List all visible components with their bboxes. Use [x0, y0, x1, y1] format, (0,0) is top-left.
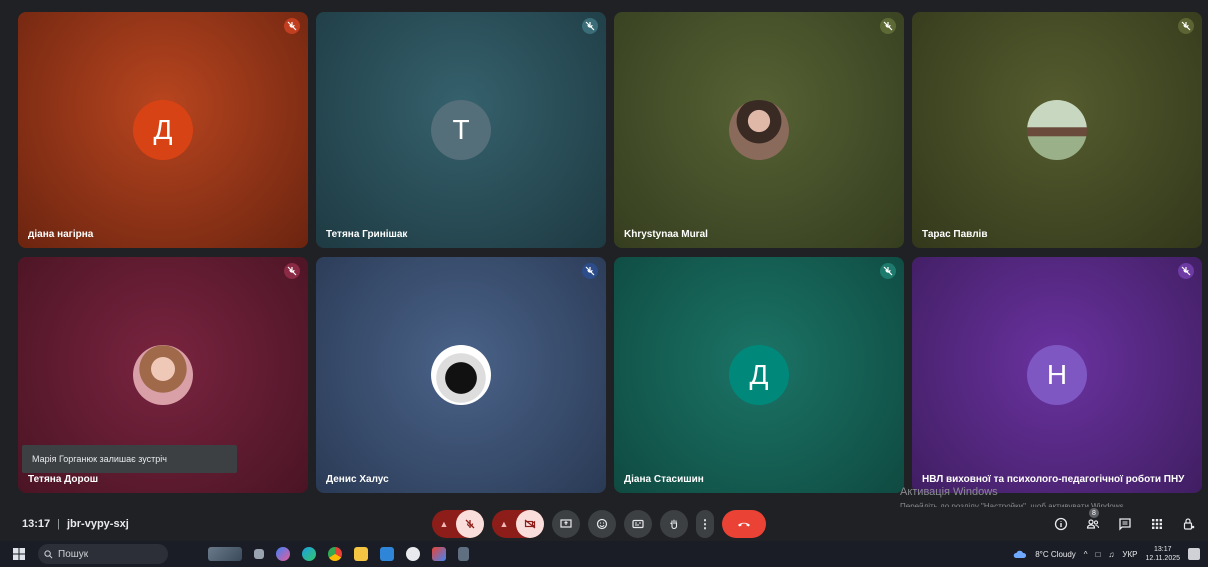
search-icon — [44, 549, 53, 558]
leave-call-button[interactable] — [722, 510, 766, 538]
participant-tile[interactable]: Т Тетяна Гринішак — [316, 12, 606, 248]
avatar-photo — [729, 100, 789, 160]
weather-text[interactable]: 8°C Cloudy — [1035, 550, 1076, 559]
windows-start-button[interactable] — [10, 545, 28, 563]
mic-off-icon — [465, 519, 475, 529]
system-clock[interactable]: 13:17 12.11.2025 — [1145, 545, 1180, 563]
meeting-side-actions: 8 — [1052, 507, 1198, 541]
participant-name: Тарас Павлів — [922, 229, 988, 240]
mic-off-icon — [880, 263, 896, 279]
mic-off-icon — [1178, 263, 1194, 279]
language-indicator[interactable]: УКР — [1122, 550, 1137, 559]
mic-off-icon — [1178, 18, 1194, 34]
participant-tile[interactable]: Д діана нагірна — [18, 12, 308, 248]
widgets-icon[interactable] — [208, 547, 242, 561]
hangup-icon — [738, 522, 750, 527]
separator: | — [57, 518, 60, 530]
edge-icon[interactable] — [302, 547, 316, 561]
windows-logo-icon — [13, 548, 25, 560]
chrome-icon[interactable] — [328, 547, 342, 561]
tray-overflow-chevron-icon[interactable]: ^ — [1084, 550, 1088, 559]
people-button[interactable]: 8 — [1084, 508, 1102, 533]
present-screen-button[interactable] — [552, 510, 580, 538]
lock-person-icon — [1183, 518, 1195, 530]
cloud-icon — [1013, 550, 1027, 558]
participant-name: Діана Стасишин — [624, 474, 704, 485]
avatar: Т — [431, 100, 491, 160]
mic-off-icon — [582, 263, 598, 279]
host-controls-button[interactable] — [1180, 515, 1198, 533]
participant-name: НВЛ виховної та психолого-педагогічної р… — [922, 474, 1185, 485]
participant-tile[interactable]: Khrystynaa Mural — [614, 12, 904, 248]
mic-off-icon — [284, 263, 300, 279]
clock-time: 13:17 — [1153, 546, 1172, 553]
windows-taskbar: Пошук 8°C Cloudy ^ □ ♫ УКР 13:17 12.11.2… — [0, 541, 1208, 567]
hand-icon — [670, 519, 678, 530]
avatar-photo — [1027, 100, 1087, 160]
active-app-icon[interactable] — [432, 547, 446, 561]
calculator-icon[interactable] — [458, 547, 469, 561]
emoji-icon — [596, 518, 608, 530]
clock-date: 12.11.2025 — [1145, 555, 1180, 562]
chat-button[interactable] — [1116, 515, 1134, 533]
volume-icon[interactable]: ♫ — [1108, 550, 1114, 559]
info-icon — [1054, 517, 1068, 531]
pinned-apps — [208, 547, 469, 561]
meeting-time: 13:17 — [22, 518, 51, 530]
video-grid: Д діана нагірна Т Тетяна Гринішак Khryst… — [0, 0, 1208, 507]
participant-tile[interactable]: Н НВЛ виховної та психолого-педагогічної… — [912, 257, 1202, 493]
taskbar-search[interactable]: Пошук — [38, 544, 168, 564]
network-icon[interactable]: □ — [1096, 550, 1101, 559]
present-icon — [560, 519, 572, 528]
file-explorer-icon[interactable] — [354, 547, 368, 561]
notifications-icon[interactable] — [1188, 548, 1200, 560]
camera-toggle-button[interactable] — [516, 510, 544, 538]
activities-button[interactable] — [1148, 515, 1166, 533]
participant-name: Khrystynaa Mural — [624, 229, 708, 240]
meeting-code[interactable]: jbr-vypy-sxj — [67, 518, 129, 530]
participants-count-badge: 8 — [1089, 508, 1099, 518]
mic-off-icon — [582, 18, 598, 34]
reactions-button[interactable] — [588, 510, 616, 538]
task-view-icon[interactable] — [254, 549, 264, 559]
call-controls: ▲ ▲ ⋮ — [432, 507, 766, 541]
participant-name: діана нагірна — [28, 229, 94, 240]
avatar: Н — [1027, 345, 1087, 405]
avatar-photo — [133, 345, 193, 405]
system-tray: 8°C Cloudy ^ □ ♫ УКР 13:17 12.11.2025 — [1013, 541, 1200, 567]
windows-activation-title: Активація Windows — [900, 486, 998, 498]
apps-grid-icon — [1152, 519, 1162, 529]
chat-icon — [1119, 518, 1131, 531]
more-options-button[interactable]: ⋮ — [696, 510, 714, 538]
leave-notification: Марія Горганюк залишає зустріч — [22, 445, 237, 473]
avatar-photo — [431, 345, 491, 405]
mic-toggle-button[interactable] — [456, 510, 484, 538]
mic-off-icon — [284, 18, 300, 34]
camera-control-group: ▲ — [492, 510, 544, 538]
meeting-info: 13:17 | jbr-vypy-sxj — [22, 507, 129, 541]
camera-off-icon — [524, 519, 536, 529]
app-arrow-icon[interactable] — [380, 547, 394, 561]
search-placeholder: Пошук — [58, 548, 89, 560]
copilot-icon[interactable] — [276, 547, 290, 561]
avatar: Д — [729, 345, 789, 405]
mic-off-icon — [880, 18, 896, 34]
app-circle-icon[interactable] — [406, 547, 420, 561]
participant-name: Тетяна Гринішак — [326, 229, 408, 240]
captions-button[interactable] — [624, 510, 652, 538]
mic-control-group: ▲ — [432, 510, 484, 538]
participant-tile[interactable]: Д Діана Стасишин — [614, 257, 904, 493]
participant-name: Денис Халус — [326, 474, 389, 485]
raise-hand-button[interactable] — [660, 510, 688, 538]
participant-tile[interactable]: Денис Халус — [316, 257, 606, 493]
people-icon — [1086, 519, 1100, 529]
video-options-chevron-icon[interactable]: ▲ — [492, 510, 516, 538]
meeting-toolbar: 13:17 | jbr-vypy-sxj ▲ ▲ ⋮ 8 — [0, 507, 1208, 541]
participant-tile[interactable]: Тарас Павлів — [912, 12, 1202, 248]
captions-icon — [632, 519, 644, 529]
audio-options-chevron-icon[interactable]: ▲ — [432, 510, 456, 538]
meeting-details-button[interactable] — [1052, 515, 1070, 533]
avatar: Д — [133, 100, 193, 160]
participant-name: Тетяна Дорош — [28, 474, 99, 485]
